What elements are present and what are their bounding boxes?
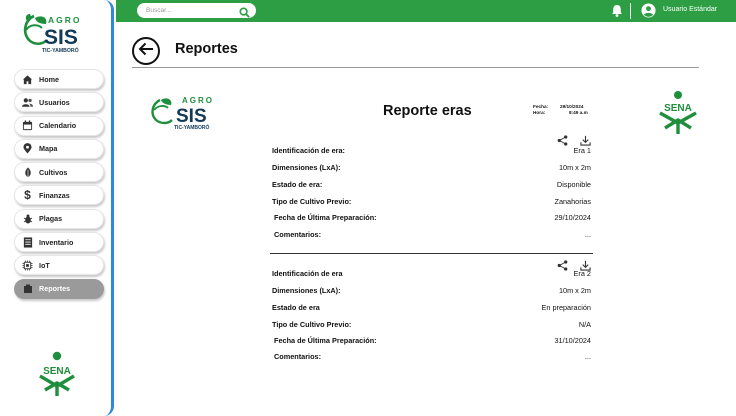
field-label: Dimensiones (LxA): [272,286,341,295]
field-label: Tipo de Cultivo Previo: [272,320,352,329]
top-bar: Usuario Estándar [116,0,736,22]
search-input[interactable] [146,7,232,14]
record-actions [557,132,591,146]
field-label: Fecha de Última Preparación: [274,336,377,345]
home-icon [22,74,33,85]
leaf-icon [22,167,33,178]
time-label: Hora: [533,110,546,115]
share-icon[interactable] [557,133,568,146]
field-value: ... [584,230,591,239]
sidebar-item-label: Cultivos [39,167,68,177]
svg-text:SIS: SIS [44,26,78,49]
field-label: Identificación de era [272,269,343,278]
field-value: En preparación [541,303,592,312]
field-value: N/A [578,320,591,329]
report-title: Reporte eras [383,103,472,119]
report-icon [22,283,33,294]
sidebar-item-label: Home [39,74,59,84]
field-value: Era 2 [573,269,591,278]
search-box [137,3,256,18]
sena-logo: SENA [34,350,80,396]
share-icon[interactable] [557,258,568,271]
sidebar-item-mapa[interactable]: Mapa [14,138,104,159]
sidebar-item-iot[interactable]: IoT [14,255,104,276]
map-pin-icon [22,143,33,154]
notification-bell-icon[interactable] [611,4,623,17]
sidebar-item-label: Reportes [39,284,71,294]
sidebar-item-cultivos[interactable]: Cultivos [14,162,104,183]
field-value: Era 1 [573,146,591,155]
sidebar-item-reportes[interactable]: Reportes [14,278,104,299]
agrosis-logo: AGRO SIS TIC-YAMBORÓ [20,12,90,56]
inventory-icon [22,237,33,248]
sidebar-item-label: Usuarios [39,97,70,107]
sidebar-nav: Home Usuarios Calendario Mapa Cultivos $… [14,69,104,302]
sidebar: AGRO SIS TIC-YAMBORÓ Home Usuarios Calen… [0,0,114,416]
back-button[interactable] [132,37,160,65]
sidebar-item-label: Finanzas [39,190,70,200]
user-name[interactable]: Usuario Estándar [663,6,717,13]
svg-text:AGRO: AGRO [182,96,214,105]
sidebar-item-label: Plagas [39,214,63,224]
svg-text:TIC-YAMBORÓ: TIC-YAMBORÓ [174,123,209,131]
report-meta: Fecha: 29/10/2024 Hora: 8:49 a.m [533,104,588,116]
field-value: ... [584,352,591,361]
page-title: Reportes [175,41,238,57]
sidebar-item-plagas[interactable]: Plagas [14,208,104,229]
time-value: 8:49 a.m [569,110,588,115]
field-label: Identificación de era: [272,146,345,155]
download-icon[interactable] [580,133,591,146]
sidebar-item-inventario[interactable]: Inventario [14,232,104,253]
sidebar-item-label: Mapa [39,144,58,154]
calendar-icon [22,120,33,131]
field-value: 10m x 2m [558,286,591,295]
field-value: 31/10/2024 [554,336,591,345]
user-avatar-icon[interactable] [641,3,656,18]
svg-text:SENA: SENA [664,103,692,114]
report-agrosis-logo: AGRO SIS TIC-YAMBORÓ [150,94,220,132]
report-record: Identificación de era: Era 1 Dimensiones … [270,131,593,246]
field-label: Comentarios: [274,230,322,239]
field-label: Fecha de Última Preparación: [274,213,377,222]
report-sena-logo: SENA [655,90,701,134]
record-divider [270,253,593,254]
field-value: 10m x 2m [558,163,591,172]
chip-icon [22,260,33,271]
sidebar-item-finanzas[interactable]: $ Finanzas [14,185,104,206]
field-label: Estado de era [272,303,320,312]
arrow-left-icon [138,42,154,61]
record-actions [557,257,591,271]
bug-icon [22,213,33,224]
sidebar-item-calendario[interactable]: Calendario [14,115,104,136]
header-divider [132,67,699,68]
sidebar-item-usuarios[interactable]: Usuarios [14,92,104,113]
sidebar-item-label: Inventario [39,237,74,247]
sidebar-item-label: IoT [39,260,50,270]
svg-text:AGRO: AGRO [48,15,82,25]
field-value: 29/10/2024 [554,213,591,222]
field-value: Disponible [556,180,591,189]
svg-text:TIC-YAMBORÓ: TIC-YAMBORÓ [42,46,79,54]
svg-text:SENA: SENA [43,366,71,377]
sidebar-item-home[interactable]: Home [14,69,104,89]
field-label: Comentarios: [274,352,322,361]
search-icon[interactable] [239,5,250,18]
dollar-icon: $ [24,188,31,203]
users-icon [22,97,33,108]
topbar-divider [630,3,631,19]
download-icon[interactable] [580,258,591,271]
field-value: Zanahorias [554,197,591,206]
report-record: Identificación de era Era 2 Dimensiones (… [270,256,593,368]
field-label: Estado de era: [272,180,323,189]
field-label: Tipo de Cultivo Previo: [272,197,352,206]
svg-text:SIS: SIS [176,106,207,127]
field-label: Dimensiones (LxA): [272,163,341,172]
sidebar-item-label: Calendario [39,121,77,131]
